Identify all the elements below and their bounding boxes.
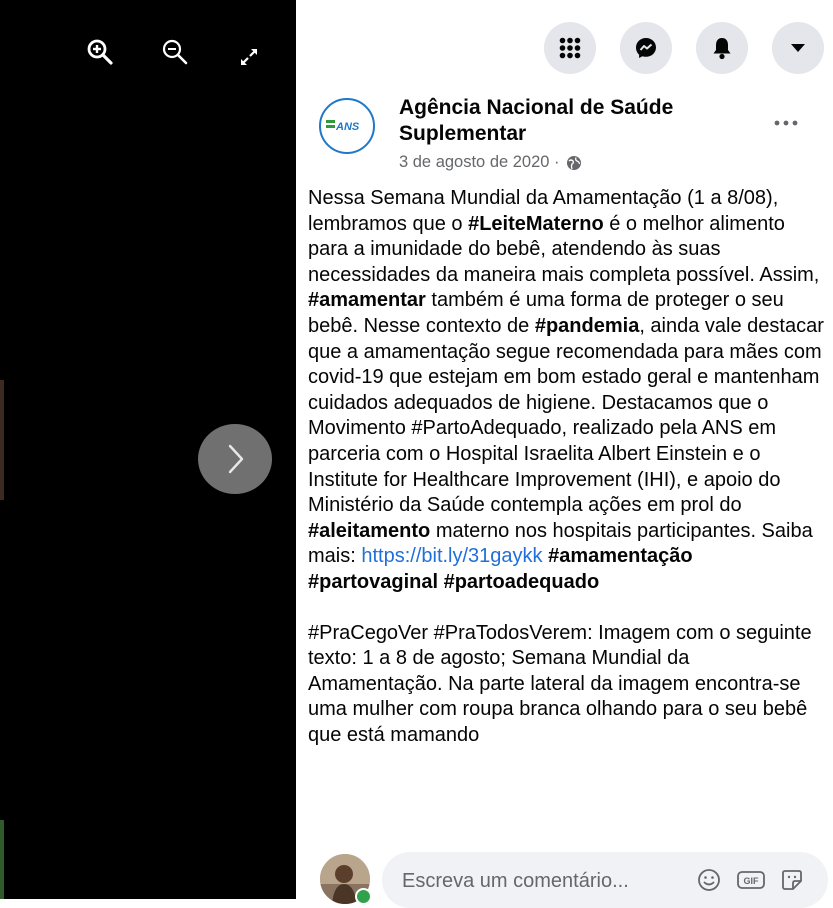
online-status-dot xyxy=(355,888,372,905)
post-options-button[interactable] xyxy=(766,108,806,138)
photo-edge xyxy=(0,820,4,899)
post-paragraph: Nessa Semana Mundial da Amamentação (1 a… xyxy=(308,186,828,596)
next-photo-button[interactable] xyxy=(198,424,272,494)
ans-logo: ANS xyxy=(326,120,360,133)
page-name-link[interactable]: Agência Nacional de Saúde Suplementar xyxy=(399,95,719,147)
post-body: Nessa Semana Mundial da Amamentação (1 a… xyxy=(308,186,828,748)
page-avatar[interactable]: ANS xyxy=(319,98,375,154)
zoom-out-icon xyxy=(162,39,188,65)
gif-button[interactable]: GIF xyxy=(735,866,767,894)
more-options-icon xyxy=(774,120,798,126)
messenger-button[interactable] xyxy=(620,22,672,74)
emoji-button[interactable] xyxy=(695,866,723,894)
sticker-icon xyxy=(782,870,802,890)
caret-down-icon xyxy=(791,44,805,52)
gif-label: GIF xyxy=(744,876,760,886)
hashtag-link[interactable]: #amamentar xyxy=(308,289,426,311)
menu-button[interactable] xyxy=(544,22,596,74)
bell-icon xyxy=(713,38,731,60)
post-panel: ANS Agência Nacional de Saúde Suplementa… xyxy=(296,0,833,908)
post-text-segment: #PraCegoVer #PraTodosVerem xyxy=(308,621,588,644)
messenger-icon xyxy=(636,38,656,58)
smiley-icon xyxy=(698,869,720,891)
photo-edge xyxy=(0,380,4,500)
gif-icon: GIF xyxy=(737,871,765,889)
comment-composer: Escreva um comentário... GIF xyxy=(296,844,833,908)
hashtag-link[interactable]: #LeiteMaterno xyxy=(468,213,604,235)
account-menu-button[interactable] xyxy=(772,22,824,74)
post-link[interactable]: https://bit.ly/31gaykk xyxy=(361,545,542,567)
globe-icon xyxy=(566,155,581,170)
avatar-text: ANS xyxy=(335,121,360,133)
comment-placeholder: Escreva um comentário... xyxy=(402,870,629,892)
photo-viewer xyxy=(0,0,296,899)
zoom-in-button[interactable] xyxy=(83,35,117,69)
post-paragraph: #PraCegoVer #PraTodosVerem: Imagem com o… xyxy=(308,621,828,749)
grid-menu-icon xyxy=(559,37,581,59)
comment-input[interactable]: Escreva um comentário... GIF xyxy=(382,852,828,908)
zoom-out-button[interactable] xyxy=(158,35,192,69)
post-meta: 3 de agosto de 2020 · xyxy=(399,153,582,172)
expand-icon xyxy=(241,49,257,65)
zoom-in-icon xyxy=(87,39,113,65)
post-date[interactable]: 3 de agosto de 2020 · xyxy=(399,153,560,172)
fullscreen-button[interactable] xyxy=(232,40,266,74)
hashtag-link[interactable]: #aleitamento xyxy=(308,520,430,542)
chevron-right-icon xyxy=(228,444,244,474)
notifications-button[interactable] xyxy=(696,22,748,74)
post-text-segment: , ainda vale destacar que a amamentação … xyxy=(308,314,824,517)
hashtag-link[interactable]: #pandemia xyxy=(535,315,639,337)
top-bar xyxy=(296,0,833,90)
sticker-button[interactable] xyxy=(778,866,806,894)
